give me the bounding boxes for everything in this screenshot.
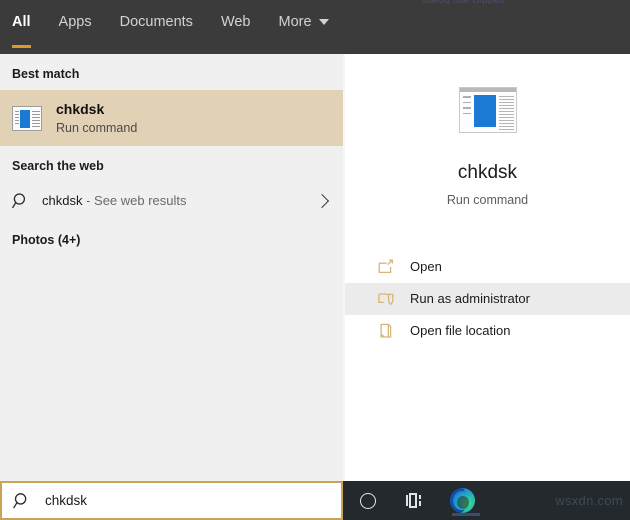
windows-search-screen: dialog title clipped All Apps Documents … xyxy=(0,0,630,520)
tab-more-label: More xyxy=(278,14,312,30)
best-match-heading: Best match xyxy=(12,67,80,81)
run-command-window-icon-large xyxy=(458,87,517,133)
action-run-as-administrator[interactable]: Run as administrator xyxy=(345,283,630,315)
edge-icon xyxy=(449,488,475,513)
tab-all-label: All xyxy=(12,14,31,30)
tab-apps-label: Apps xyxy=(58,14,92,30)
photos-heading: Photos (4+) xyxy=(12,233,81,247)
watermark: wsxdn.com xyxy=(555,493,623,508)
best-match-subtitle: Run command xyxy=(56,121,138,135)
best-match-result-chkdsk[interactable]: chkdsk Run command xyxy=(0,90,343,146)
search-filter-bar: dialog title clipped All Apps Documents … xyxy=(0,0,630,54)
tab-more[interactable]: More xyxy=(279,8,329,32)
action-list: Open Run as administrator Open file loca… xyxy=(345,251,630,347)
cortana-icon xyxy=(360,492,376,509)
folder-file-icon xyxy=(378,323,394,339)
preview-subtitle: Run command xyxy=(446,193,529,207)
tab-web-label: Web xyxy=(220,14,251,30)
search-input[interactable]: chkdsk xyxy=(45,492,87,510)
edge-active-indicator xyxy=(452,513,480,516)
chevron-down-icon xyxy=(318,19,329,25)
chevron-right-icon[interactable] xyxy=(314,193,330,209)
preview-panel: chkdsk Run command Open Run as administr… xyxy=(343,54,630,481)
shield-icon xyxy=(378,291,394,307)
results-panel: Best match chkdsk Run command Search the… xyxy=(0,54,343,481)
search-icon xyxy=(13,492,31,510)
web-result-row[interactable]: chkdsk - See web results xyxy=(0,182,343,220)
best-match-title: chkdsk xyxy=(56,101,105,117)
web-result-query: chkdsk xyxy=(42,193,83,208)
task-view-icon xyxy=(404,493,424,508)
action-open-file-location[interactable]: Open file location xyxy=(345,315,630,347)
open-external-icon xyxy=(378,259,394,275)
search-the-web-heading: Search the web xyxy=(12,159,104,173)
tab-documents[interactable]: Documents xyxy=(120,8,193,32)
action-open-file-location-label: Open file location xyxy=(410,323,511,338)
task-view-button[interactable] xyxy=(393,481,435,520)
tab-documents-label: Documents xyxy=(119,14,193,30)
action-open[interactable]: Open xyxy=(345,251,630,283)
tab-apps[interactable]: Apps xyxy=(59,8,92,32)
filter-tabs: All Apps Documents Web More xyxy=(0,8,357,54)
clipped-top-text: dialog title clipped xyxy=(423,0,543,4)
preview-title: chkdsk xyxy=(457,162,518,183)
preview-hero: chkdsk Run command xyxy=(345,54,630,209)
tab-all[interactable]: All xyxy=(12,8,31,48)
action-open-label: Open xyxy=(410,259,442,274)
taskbar: wsxdn.com xyxy=(343,481,630,520)
cortana-button[interactable] xyxy=(347,481,389,520)
web-result-suffix: - See web results xyxy=(82,193,187,208)
web-result-label: chkdsk - See web results xyxy=(42,192,317,210)
action-run-as-administrator-label: Run as administrator xyxy=(410,291,530,306)
tab-web[interactable]: Web xyxy=(221,8,251,32)
search-icon xyxy=(12,192,30,210)
run-command-window-icon xyxy=(12,105,42,131)
search-input-container[interactable]: chkdsk xyxy=(0,481,343,520)
